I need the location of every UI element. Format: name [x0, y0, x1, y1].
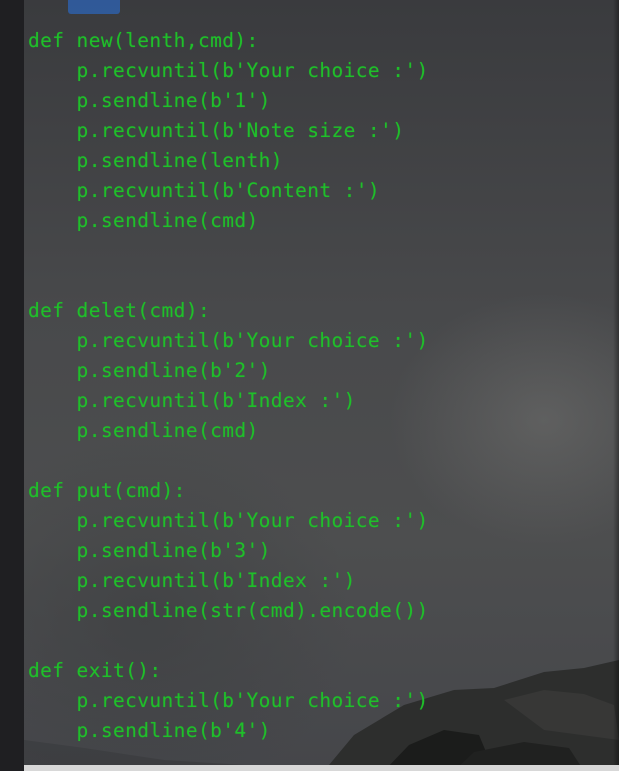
code-line: p.recvuntil(b'Index :') — [28, 569, 356, 592]
code-line: p.sendline(lenth) — [28, 149, 283, 172]
code-line: p.sendline(str(cmd).encode()) — [28, 599, 429, 622]
code-line: p.sendline(b'3') — [28, 539, 271, 562]
code-line: def exit(): — [28, 659, 162, 682]
code-line: p.recvuntil(b'Content :') — [28, 179, 381, 202]
code-line: def delet(cmd): — [28, 299, 211, 322]
code-line: def put(cmd): — [28, 479, 186, 502]
code-line: p.sendline(cmd) — [28, 419, 259, 442]
code-line: p.recvuntil(b'Your choice :') — [28, 59, 429, 82]
left-panel-edge — [0, 0, 24, 771]
code-block: def new(lenth,cmd): p.recvuntil(b'Your c… — [28, 26, 429, 746]
code-line: p.recvuntil(b'Your choice :') — [28, 689, 429, 712]
code-line: p.sendline(b'2') — [28, 359, 271, 382]
code-line: p.sendline(cmd) — [28, 209, 259, 232]
desktop-screen: def new(lenth,cmd): p.recvuntil(b'Your c… — [0, 0, 619, 771]
code-line: p.recvuntil(b'Your choice :') — [28, 329, 429, 352]
code-line: p.sendline(b'1') — [28, 89, 271, 112]
window-shadow-edge — [613, 0, 619, 771]
code-line: p.recvuntil(b'Your choice :') — [28, 509, 429, 532]
top-window-tab[interactable] — [68, 0, 120, 14]
code-line: p.recvuntil(b'Note size :') — [28, 119, 405, 142]
code-line: def new(lenth,cmd): — [28, 29, 259, 52]
bottom-taskbar-edge — [24, 765, 619, 771]
code-line: p.sendline(b'4') — [28, 719, 271, 742]
code-line: p.recvuntil(b'Index :') — [28, 389, 356, 412]
